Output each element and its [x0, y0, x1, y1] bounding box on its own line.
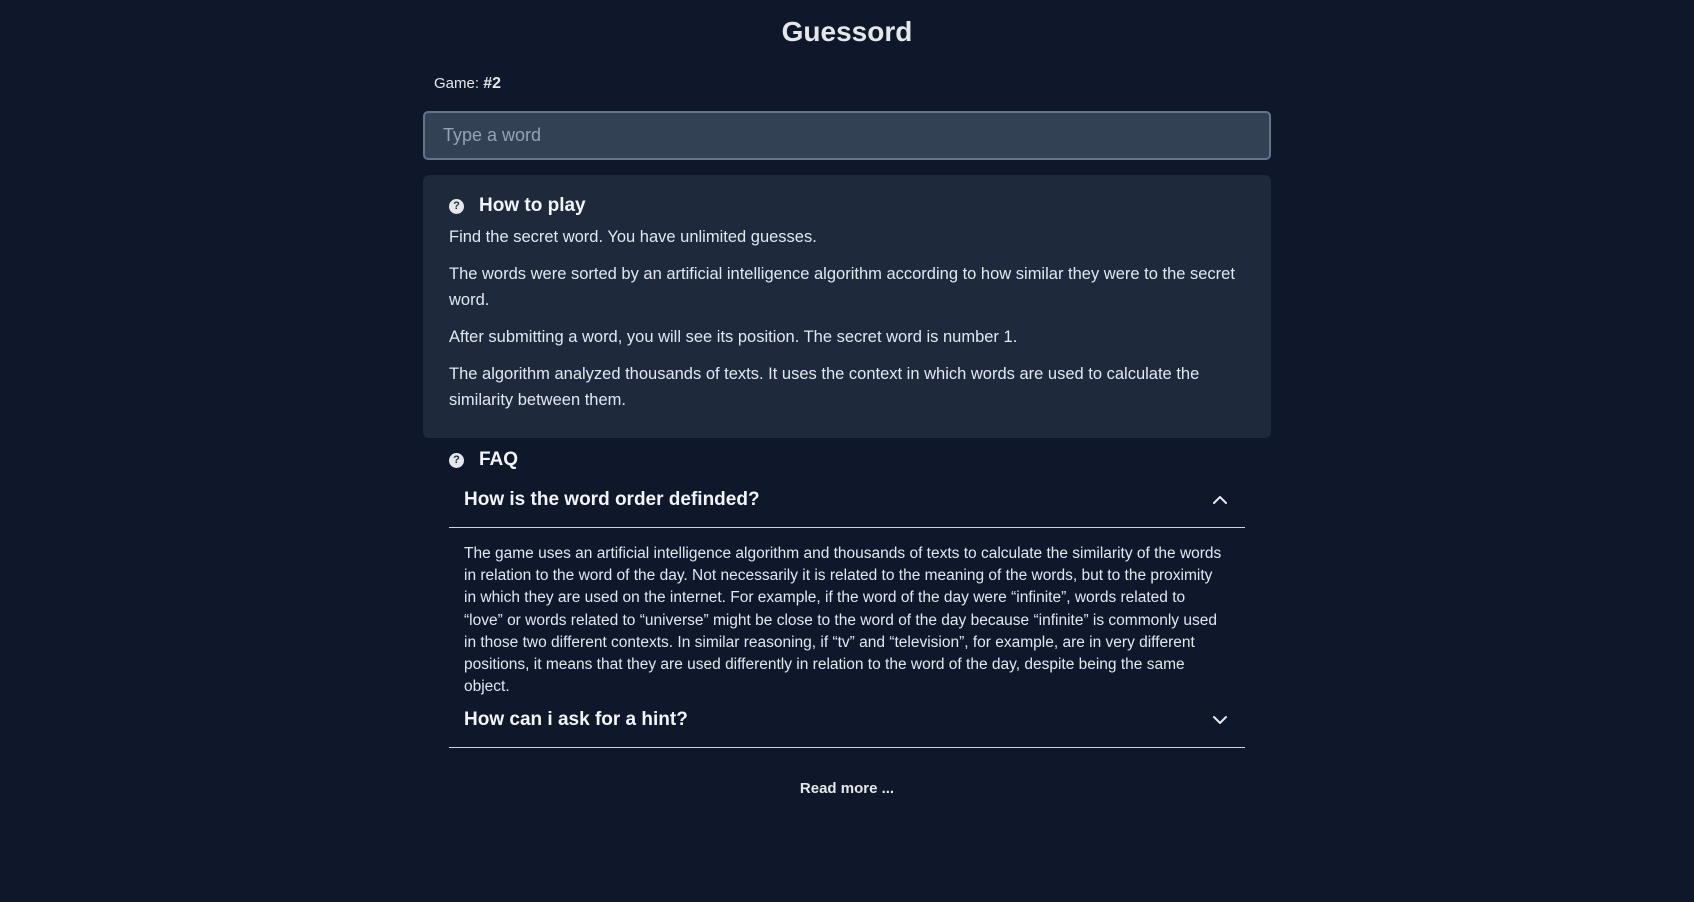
faq-question-label: How is the word order definded?: [464, 489, 760, 510]
chevron-up-icon[interactable]: [1213, 493, 1227, 507]
how-to-play-paragraph: The algorithm analyzed thousands of text…: [449, 365, 1200, 409]
word-input[interactable]: [423, 111, 1271, 160]
faq-heading: ? FAQ: [449, 449, 518, 471]
game-label-text: Game:: [434, 75, 480, 92]
page-title: Guessord: [781, 16, 913, 47]
how-to-play-paragraph: Find the secret word. You have unlimited…: [449, 228, 817, 246]
game-label: Game: #2: [434, 75, 501, 93]
faq-divider: [449, 747, 1245, 748]
game-number: #2: [483, 75, 501, 92]
how-to-play-panel: ? How to play Find the secret word. You …: [423, 175, 1271, 438]
faq-answer: The game uses an artificial intelligence…: [464, 545, 1222, 696]
faq-title: FAQ: [479, 449, 519, 470]
how-to-play-paragraph: The words were sorted by an artificial i…: [449, 265, 1235, 309]
question-circle-icon: ?: [449, 198, 464, 214]
faq-question-label: How can i ask for a hint?: [464, 709, 688, 730]
how-to-play-title: How to play: [479, 195, 586, 216]
read-more-link[interactable]: Read more ...: [0, 780, 1694, 797]
faq-question-hint[interactable]: How can i ask for a hint?: [449, 705, 1245, 735]
how-to-play-paragraph: After submitting a word, you will see it…: [449, 328, 1018, 346]
question-circle-icon: ?: [449, 452, 464, 468]
how-to-play-heading: ? How to play: [449, 195, 586, 217]
chevron-down-icon[interactable]: [1213, 713, 1227, 727]
faq-divider: [449, 527, 1245, 528]
faq-question-word-order[interactable]: How is the word order definded?: [449, 485, 1245, 515]
